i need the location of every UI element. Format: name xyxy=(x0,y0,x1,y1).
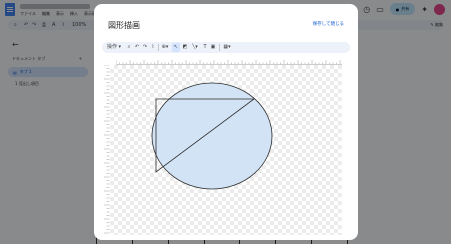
textbox-icon[interactable]: T xyxy=(202,43,208,52)
actions-menu[interactable]: 操作 ▾ xyxy=(106,43,122,52)
select-icon[interactable]: ↖ xyxy=(172,43,180,52)
redo-icon[interactable]: ↷ xyxy=(142,43,148,52)
drawing-toolbar: 操作 ▾ ⌕ ↶ ↷ ⌇ ⊕▾ ↖ ◩ ╲▾ T ▣ ▦▾ xyxy=(102,42,350,53)
drawing-dialog: 図形描画 保存して閉じる 操作 ▾ ⌕ ↶ ↷ ⌇ ⊕▾ ↖ ◩ ╲▾ T ▣ … xyxy=(94,4,358,240)
drawing-svg xyxy=(151,82,273,190)
drawing-canvas[interactable] xyxy=(110,65,342,235)
format-paint-icon[interactable]: ⌇ xyxy=(150,43,156,52)
save-and-close-button[interactable]: 保存して閉じる xyxy=(313,21,344,27)
line-icon[interactable]: ╲▾ xyxy=(190,43,200,52)
undo-icon[interactable]: ↶ xyxy=(134,43,140,52)
zoom-menu-icon[interactable]: ⊕▾ xyxy=(160,43,170,52)
shape-icon[interactable]: ◩ xyxy=(182,43,188,52)
zoom-icon[interactable]: ⌕ xyxy=(126,43,132,52)
image-icon[interactable]: ▣ xyxy=(210,43,216,52)
horizontal-ruler xyxy=(116,60,342,65)
dialog-title: 図形描画 xyxy=(108,21,140,30)
fill-color-icon[interactable]: ▦▾ xyxy=(222,43,232,52)
vertical-ruler xyxy=(104,65,110,234)
